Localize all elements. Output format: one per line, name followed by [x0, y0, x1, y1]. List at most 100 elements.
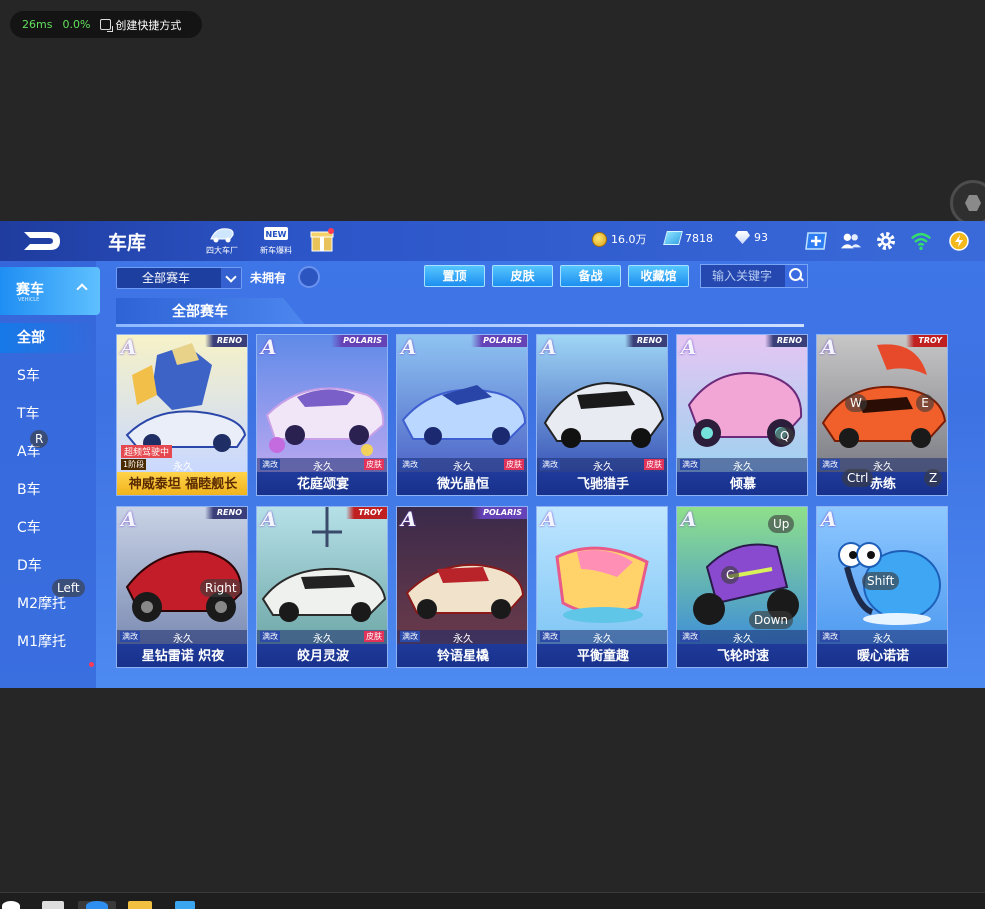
skin-tag: 皮肤: [644, 459, 664, 470]
car-card[interactable]: A POLARIS 满改 永久 皮肤 微光晶恒: [396, 334, 528, 496]
brand-badge: POLARIS: [331, 335, 387, 347]
car-card[interactable]: A RENO 满改 永久 倾慕: [676, 334, 808, 496]
gift-icon[interactable]: [310, 227, 334, 253]
grade-label: A: [121, 335, 137, 359]
coins-display: 16.0万: [592, 231, 647, 247]
vehicle-category-label: 赛车: [16, 282, 44, 298]
floating-menu-button[interactable]: [950, 180, 985, 226]
key-hint-left[interactable]: Left: [52, 579, 85, 597]
sidebar-item-t-class[interactable]: T车: [0, 399, 96, 429]
dropdown-value: 全部赛车: [142, 271, 191, 285]
brand-badge: RENO: [204, 335, 247, 347]
car-card[interactable]: A POLARIS 满改 永久 皮肤 花庭颂宴: [256, 334, 388, 496]
grade-label: A: [681, 507, 697, 531]
gems-value: 93: [754, 231, 768, 244]
key-hint-ctrl[interactable]: Ctrl: [842, 469, 874, 487]
unowned-toggle[interactable]: [298, 266, 320, 288]
vehicle-filter-dropdown[interactable]: 全部赛车: [116, 267, 242, 289]
skin-button[interactable]: 皮肤: [492, 265, 553, 287]
notification-dot: [89, 662, 94, 667]
grade-label: A: [681, 335, 697, 359]
four-factories-button[interactable]: 四大车厂: [206, 223, 238, 256]
car-name: 平衡童趣: [537, 644, 667, 667]
key-hint-w[interactable]: W: [845, 394, 867, 412]
sidebar-item-b-class[interactable]: B车: [0, 475, 96, 505]
chevron-up-icon: [76, 283, 88, 295]
car-card[interactable]: A RENO 满改 永久 皮肤 飞驰猎手: [536, 334, 668, 496]
create-shortcut-button[interactable]: 创建快捷方式: [100, 17, 181, 33]
car-card[interactable]: A TROY 满改 永久 皮肤 皎月灵波: [256, 506, 388, 668]
coins-value: 16.0万: [611, 233, 647, 246]
game-window: 车库 四大车厂 NEW 新车爆料 16.0万 7818 93 赛车 VEHICL…: [0, 221, 985, 688]
brand-badge: RENO: [764, 335, 807, 347]
recharge-plus-icon[interactable]: [805, 230, 827, 252]
section-divider: [116, 324, 804, 327]
pin-top-button[interactable]: 置顶: [424, 265, 485, 287]
sidebar-item-s-class[interactable]: S车: [0, 361, 96, 391]
chevron-down-icon: [221, 268, 241, 288]
new-car-news-label: 新车爆料: [260, 246, 292, 255]
four-factories-label: 四大车厂: [206, 246, 238, 255]
settings-gear-icon[interactable]: [875, 230, 897, 252]
brand-badge: POLARIS: [471, 335, 527, 347]
car-card[interactable]: A 满改 永久 平衡童趣: [536, 506, 668, 668]
car-name: 飞轮时速: [677, 644, 807, 667]
sidebar-item-d-class[interactable]: D车: [0, 551, 96, 581]
skin-tag: 皮肤: [364, 631, 384, 642]
grade-label: A: [261, 507, 277, 531]
ownership-status: 永久: [733, 634, 753, 645]
brand-badge: TROY: [906, 335, 947, 347]
grade-label: A: [121, 507, 137, 531]
tickets-value: 7818: [685, 231, 713, 245]
overdrive-badge: 超频驾驶中: [121, 445, 173, 458]
folder-icon[interactable]: [128, 901, 152, 909]
car-name: 皎月灵波: [257, 644, 387, 667]
packet-loss-text: 0.0%: [62, 18, 91, 31]
sidebar-item-a-class[interactable]: A车: [0, 437, 96, 467]
taskbar: [0, 892, 985, 909]
taskbar-app-icon[interactable]: [175, 901, 195, 909]
key-hint-shift[interactable]: Shift: [862, 572, 900, 590]
car-name: 倾慕: [677, 472, 807, 495]
ownership-status: 永久: [733, 462, 753, 473]
car-name: 暖心诺诺: [817, 644, 947, 667]
skin-tag: 皮肤: [504, 459, 524, 470]
search-icon[interactable]: [785, 265, 807, 287]
unowned-label: 未拥有: [250, 271, 287, 285]
key-hint-up[interactable]: Up: [768, 515, 795, 533]
prepare-button[interactable]: 备战: [560, 265, 621, 287]
new-car-news-button[interactable]: NEW 新车爆料: [260, 223, 292, 256]
sidebar-item-c-class[interactable]: C车: [0, 513, 96, 543]
wifi-signal-icon: [911, 232, 931, 250]
vehicle-category-sub: VEHICLE: [18, 297, 40, 303]
grade-label: A: [821, 507, 837, 531]
grade-label: A: [821, 335, 837, 359]
page-title: 车库: [108, 232, 147, 254]
brand-badge: RENO: [624, 335, 667, 347]
friends-icon[interactable]: [840, 230, 862, 252]
key-hint-e[interactable]: E: [916, 394, 934, 412]
grade-label: A: [541, 335, 557, 359]
car-card[interactable]: A RENO 超频驾驶中 1阶段 永久 神威泰坦 福睦舰长: [116, 334, 248, 496]
shortcut-icon: [100, 19, 114, 32]
grade-label: A: [401, 335, 417, 359]
car-name: 飞驰猎手: [537, 472, 667, 495]
collection-button[interactable]: 收藏馆: [628, 265, 689, 287]
vehicle-category-toggle[interactable]: 赛车 VEHICLE: [0, 267, 100, 315]
grade-label: A: [401, 507, 417, 531]
key-hint-right[interactable]: Right: [200, 579, 242, 597]
brand-badge: TROY: [346, 507, 387, 519]
car-name: 微光晶恒: [397, 472, 527, 495]
sidebar-item-all[interactable]: 全部: [0, 323, 96, 353]
car-card[interactable]: A POLARIS 满改 永久 铃语星橇: [396, 506, 528, 668]
taskbar-app-icon[interactable]: [2, 901, 20, 909]
key-hint-down[interactable]: Down: [749, 611, 794, 629]
gems-display: 93: [735, 231, 768, 244]
tickets-display: 7818: [663, 231, 713, 245]
coin-icon: [592, 231, 607, 247]
sidebar-item-m1-moto[interactable]: M1摩托: [0, 627, 96, 657]
ownership-status: 永久: [173, 634, 193, 645]
top-bar: [0, 221, 985, 261]
category-sidebar: 赛车 VEHICLE 全部 S车 T车 A车 B车 C车 D车 M2摩托 M1摩…: [0, 261, 100, 688]
taskbar-app-icon[interactable]: [42, 901, 64, 909]
